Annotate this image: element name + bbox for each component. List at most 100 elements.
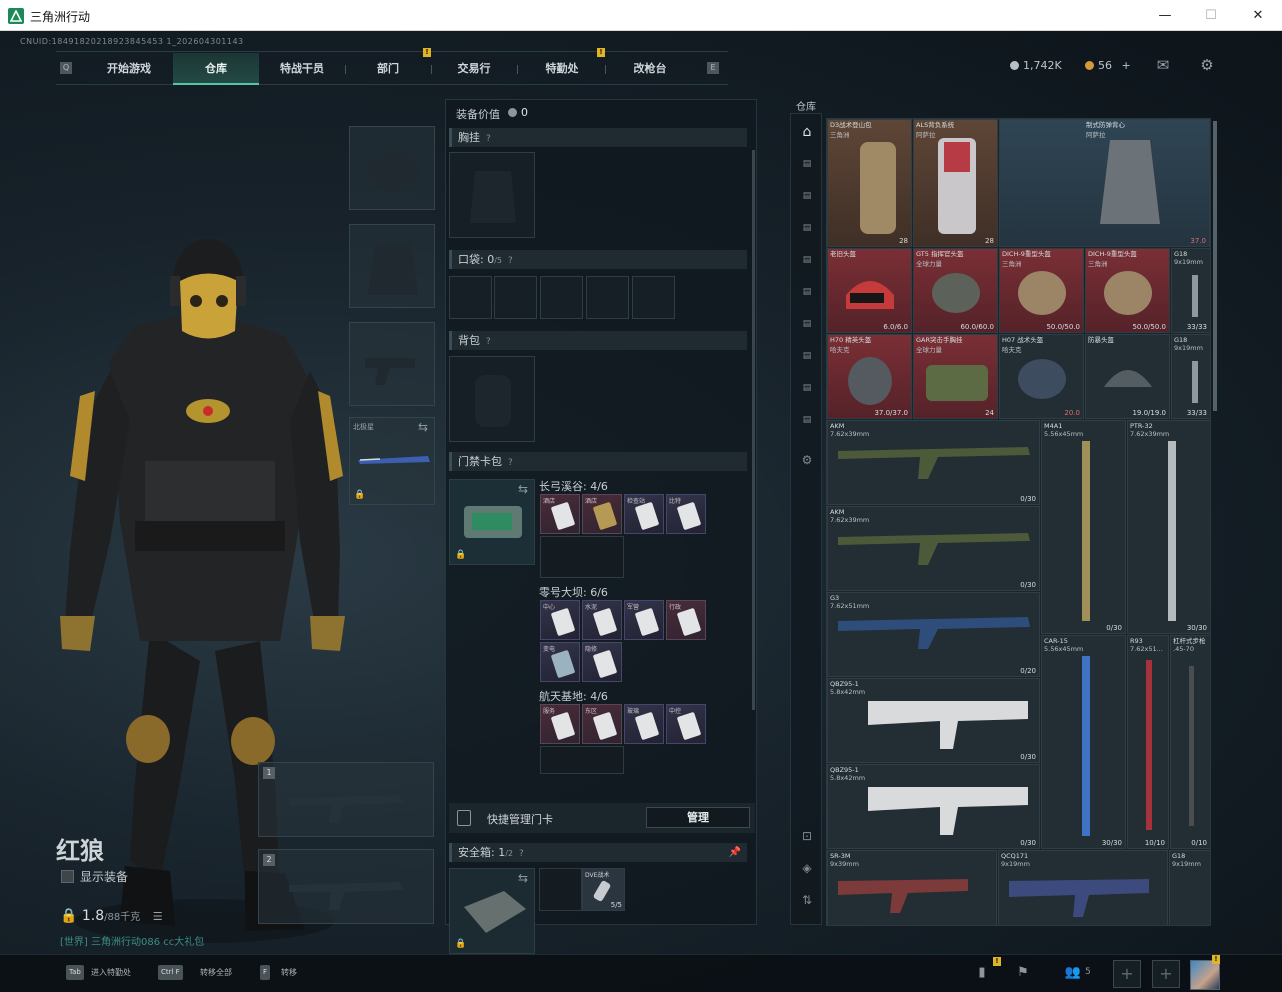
warehouse-item[interactable]: PTR-32 7.62x39mm 30/30 <box>1127 420 1210 634</box>
manage-button[interactable]: 管理 <box>646 807 750 828</box>
stack-icon[interactable]: ◈ <box>797 858 817 878</box>
settings-gear-icon[interactable]: ⚙ <box>1198 57 1216 73</box>
keycard[interactable]: 隐修 <box>582 642 622 682</box>
warehouse-item[interactable]: R93 7.62x51... 10/10 <box>1127 635 1169 849</box>
warehouse-tab-icon[interactable]: ▤ <box>797 378 817 398</box>
armor-slot[interactable] <box>349 224 435 308</box>
keycard[interactable]: 比特 <box>666 494 706 534</box>
add-currency-button[interactable]: + <box>1122 59 1131 72</box>
warehouse-item[interactable]: 防暴头盔 19.0/19.0 <box>1085 334 1170 419</box>
warehouse-item[interactable]: GT5 指挥官头盔 全球力量 60.0/60.0 <box>913 248 998 333</box>
warehouse-item[interactable]: SR-3M 9x39mm <box>827 850 997 925</box>
pocket-slot[interactable] <box>632 276 675 319</box>
equipment-scrollbar[interactable] <box>752 150 755 710</box>
empty-keycard-slots[interactable] <box>540 536 624 578</box>
help-icon[interactable]: ? <box>508 458 513 468</box>
warehouse-item[interactable]: ALS背负系统 阿萨拉 28 <box>913 119 998 247</box>
warehouse-item[interactable]: QBZ95-1 5.8x42mm 0/30 <box>827 678 1040 763</box>
sort-icon[interactable]: ⇅ <box>797 890 817 910</box>
safe-box-empty-slot[interactable] <box>539 868 582 911</box>
pocket-slot[interactable] <box>494 276 537 319</box>
close-button[interactable]: ✕ <box>1235 0 1281 31</box>
warehouse-item[interactable]: DICH-9重型头盔 三角洲 50.0/50.0 <box>999 248 1084 333</box>
warehouse-item[interactable]: QCQ171 9x19mm <box>998 850 1168 925</box>
tab-department[interactable]: 部门 <box>345 53 431 85</box>
chest-rig-slot[interactable] <box>449 152 535 238</box>
warehouse-item[interactable]: G18 9x19mm 33/33 <box>1171 248 1210 333</box>
keycard[interactable]: 军营 <box>624 600 664 640</box>
warehouse-item[interactable]: 杠杆式步枪 .45-70 0/10 <box>1170 635 1210 849</box>
player-avatar[interactable] <box>1190 960 1220 990</box>
keycard[interactable]: 中控 <box>666 704 706 744</box>
keycard[interactable]: 变电 <box>540 642 580 682</box>
warehouse-item[interactable]: AKM 7.62x39mm 0/30 <box>827 420 1040 505</box>
safe-box-slot[interactable]: ⇆ 🔒 <box>449 868 535 954</box>
maximize-button[interactable]: ☐ <box>1188 0 1234 31</box>
swap-icon[interactable]: ⇆ <box>518 871 528 885</box>
expand-icon[interactable]: ⊡ <box>797 826 817 846</box>
warehouse-tab-icon[interactable]: ▤ <box>797 410 817 430</box>
mail-icon[interactable]: ✉ <box>1154 57 1172 73</box>
show-equipment-toggle[interactable]: 显示装备 <box>61 868 128 885</box>
list-icon[interactable]: ☰ <box>153 910 163 923</box>
warehouse-item[interactable]: AKM 7.62x39mm 0/30 <box>827 506 1040 591</box>
keycard[interactable]: 检查站 <box>624 494 664 534</box>
friends-icon[interactable]: 👥 <box>1062 963 1084 983</box>
melee-slot[interactable]: 北极星 ⇆ 🔒 <box>349 417 435 505</box>
add-teammate-button[interactable]: + <box>1152 960 1180 988</box>
warehouse-tab-icon[interactable]: ▤ <box>797 218 817 238</box>
checkbox[interactable] <box>61 870 74 883</box>
tab-start-game[interactable]: 开始游戏 <box>86 53 172 85</box>
transfer-all-hint[interactable]: 转移全部 <box>200 967 232 978</box>
warehouse-tab-icon[interactable]: ▤ <box>797 346 817 366</box>
keycard[interactable]: 玻璃 <box>624 704 664 744</box>
tab-trading[interactable]: 交易行 <box>431 53 517 85</box>
warehouse-item[interactable]: DICH-9重型头盔 三角洲 50.0/50.0 <box>1085 248 1170 333</box>
pistol-slot[interactable] <box>349 322 435 406</box>
warehouse-tab-icon[interactable]: ▤ <box>797 154 817 174</box>
warehouse-home-icon[interactable]: ⌂ <box>797 122 817 142</box>
minimize-button[interactable]: — <box>1142 0 1188 31</box>
tab-gunsmith[interactable]: 改枪台 <box>607 53 693 85</box>
enter-special-ops-hint[interactable]: 进入特勤处 <box>91 967 131 978</box>
primary-weapon-slot-1[interactable]: 1 <box>258 762 434 837</box>
helmet-slot[interactable] <box>349 126 435 210</box>
help-icon[interactable]: ? <box>508 256 513 266</box>
warehouse-item[interactable]: G3 7.62x51mm 0/20 <box>827 592 1040 677</box>
safe-box-item[interactable]: DVE战术 5/5 <box>582 868 625 911</box>
warehouse-item[interactable]: D3战术登山包 三角洲 28 <box>827 119 912 247</box>
flag-icon[interactable]: ⚑ <box>1012 963 1034 983</box>
keycard[interactable]: 酒店 <box>582 494 622 534</box>
warehouse-item[interactable]: M4A1 5.56x45mm 0/30 <box>1041 420 1126 634</box>
keycard-bag-slot[interactable]: ⇆ 🔒 <box>449 479 535 565</box>
keycard[interactable]: 服务 <box>540 704 580 744</box>
warehouse-item[interactable]: 老旧头盔 6.0/6.0 <box>827 248 912 333</box>
warehouse-item[interactable]: H70 精英头盔 哈夫克 37.0/37.0 <box>827 334 912 419</box>
keycard[interactable]: 水泥 <box>582 600 622 640</box>
pocket-slot[interactable] <box>540 276 583 319</box>
add-teammate-button[interactable]: + <box>1113 960 1141 988</box>
swap-icon[interactable]: ⇆ <box>518 482 528 496</box>
warehouse-tab-icon[interactable]: ▤ <box>797 186 817 206</box>
warehouse-tab-icon[interactable]: ▤ <box>797 314 817 334</box>
stats-chart-icon[interactable]: ▮ <box>971 963 993 983</box>
warehouse-item[interactable]: 制式防弹背心 阿萨拉 37.0 <box>999 119 1210 247</box>
keycard[interactable]: 酒店 <box>540 494 580 534</box>
keycard[interactable]: 东区 <box>582 704 622 744</box>
warehouse-item[interactable]: GAR突击手胸挂 全球力量 24 <box>913 334 998 419</box>
empty-keycard-slots[interactable] <box>540 746 624 774</box>
primary-weapon-slot-2[interactable]: 2 <box>258 849 434 924</box>
tab-operators[interactable]: 特战干员 <box>259 53 345 85</box>
pocket-slot[interactable] <box>449 276 492 319</box>
pin-icon[interactable]: 📌 <box>729 843 741 862</box>
backpack-slot[interactable] <box>449 356 535 442</box>
warehouse-item[interactable]: CAR-15 5.56x45mm 30/30 <box>1041 635 1126 849</box>
warehouse-tab-icon[interactable]: ▤ <box>797 282 817 302</box>
warehouse-tab-icon[interactable]: ▤ <box>797 250 817 270</box>
keycard[interactable]: 中心 <box>540 600 580 640</box>
transfer-hint[interactable]: 转移 <box>281 967 297 978</box>
nav-prev-key[interactable]: Q <box>60 62 72 74</box>
pocket-slot[interactable] <box>586 276 629 319</box>
warehouse-item[interactable]: QBZ95-1 5.8x42mm 0/30 <box>827 764 1040 849</box>
warehouse-item[interactable]: G18 9x19mm <box>1169 850 1210 925</box>
